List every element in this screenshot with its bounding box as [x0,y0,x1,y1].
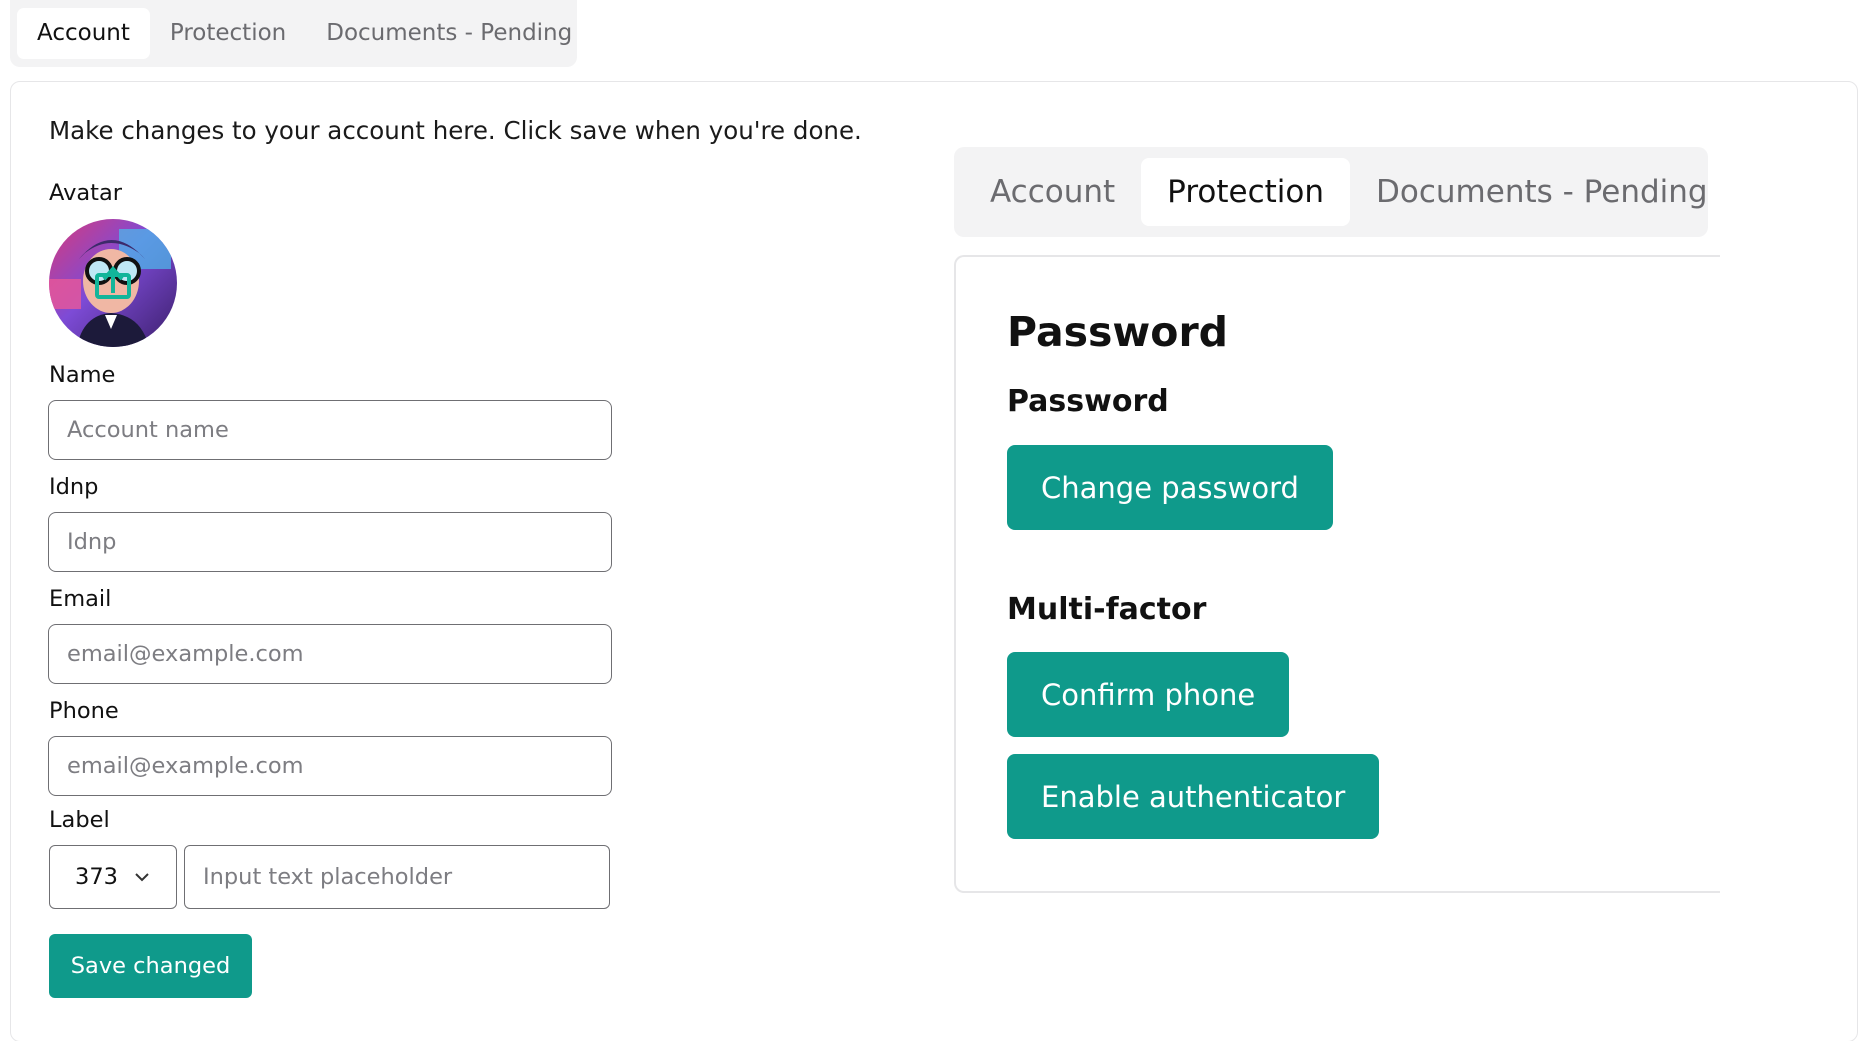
avatar-label: Avatar [49,180,123,206]
phone-input[interactable] [48,736,612,796]
idnp-input[interactable] [48,512,612,572]
chevron-down-icon [134,872,150,882]
tab-documents-pending[interactable]: Documents - Pending [306,8,592,59]
email-label: Email [49,586,112,612]
tab-account[interactable]: Account [17,8,150,59]
account-settings-page: Account Protection Documents - Pending M… [0,0,1865,1041]
multi-factor-section-heading: Multi-factor [1007,592,1207,627]
name-input[interactable] [48,400,612,460]
label-text-input[interactable] [184,845,610,909]
account-description: Make changes to your account here. Click… [49,116,862,145]
protection-tab-bar: Account Protection Documents - Pending [954,147,1708,237]
name-label: Name [49,362,116,388]
label-field-label: Label [49,807,110,833]
protection-panel-tab-protection[interactable]: Protection [1141,158,1351,226]
email-input[interactable] [48,624,612,684]
confirm-phone-button[interactable]: Confirm phone [1007,652,1290,737]
label-code-value: 373 [75,864,118,890]
password-section-heading: Password [1007,384,1169,419]
top-tab-bar: Account Protection Documents - Pending [10,0,577,67]
phone-label: Phone [49,698,119,724]
protection-panel-tab-documents-pending[interactable]: Documents - Pending [1350,158,1734,226]
password-title: Password [1007,308,1229,356]
avatar[interactable] [49,219,177,347]
save-button[interactable]: Save changed [49,934,252,998]
change-password-button[interactable]: Change password [1007,445,1333,530]
tab-protection[interactable]: Protection [150,8,306,59]
protection-panel-tab-account[interactable]: Account [964,158,1141,226]
label-code-select[interactable]: 373 [49,845,177,909]
avatar-image [49,219,177,347]
enable-authenticator-button[interactable]: Enable authenticator [1007,754,1380,839]
idnp-label: Idnp [49,474,99,500]
